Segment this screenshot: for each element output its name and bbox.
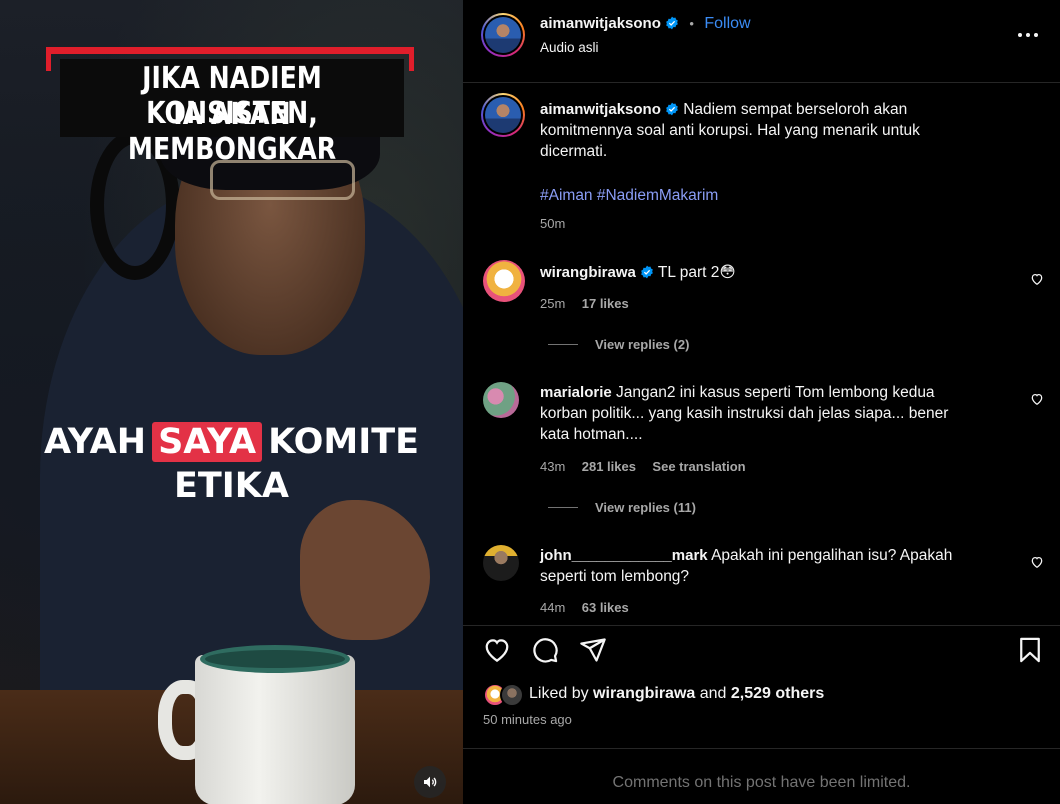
liked-by-others[interactable]: 2,529 others xyxy=(731,685,824,702)
post-avatar[interactable] xyxy=(481,93,525,137)
comment-3-body: john____________mark Apakah ini pengalih… xyxy=(540,545,980,587)
video-headline: JIKA NADIEM KONSISTEN, IA AKAN MEMBONGKA… xyxy=(46,47,414,167)
post-hashtags[interactable]: #Aiman #NadiemMakarim xyxy=(540,185,718,206)
caption-word-highlight: SAYA xyxy=(152,422,263,462)
comment-3-meta: 44m 63 likes xyxy=(540,599,629,617)
comment-like-button[interactable] xyxy=(1030,392,1044,411)
heart-icon xyxy=(1031,273,1043,286)
heart-icon xyxy=(1031,556,1043,569)
comment-2-body: marialorie Jangan2 ini kasus seperti Tom… xyxy=(540,382,980,445)
reply-line xyxy=(548,507,578,508)
comment-time: 44m xyxy=(540,600,566,615)
comment-text: TL part 2😳 xyxy=(657,264,736,281)
video-mug-rim xyxy=(200,645,350,673)
verified-badge-icon xyxy=(666,102,678,116)
volume-button[interactable] xyxy=(414,766,446,798)
reel-video[interactable]: JIKA NADIEM KONSISTEN, IA AKAN MEMBONGKA… xyxy=(0,0,463,804)
see-translation-button[interactable]: See translation xyxy=(652,459,745,474)
send-icon xyxy=(580,638,606,662)
view-replies-button[interactable]: View replies (2) xyxy=(595,337,689,352)
share-button[interactable] xyxy=(579,636,607,669)
verified-badge-icon xyxy=(666,16,678,30)
heart-icon xyxy=(1031,393,1043,406)
save-button[interactable] xyxy=(1016,636,1044,669)
caption-word-3: KOMITE xyxy=(268,422,420,462)
header-divider xyxy=(463,82,1060,83)
comment-time: 25m xyxy=(540,296,566,311)
audio-label[interactable]: Audio asli xyxy=(540,40,599,55)
liked-by-user[interactable]: wirangbirawa xyxy=(593,685,695,702)
like-button[interactable] xyxy=(482,635,512,670)
caption-word-1: AYAH xyxy=(43,422,147,462)
speaker-icon xyxy=(424,776,437,788)
liked-by-prefix: Liked by xyxy=(529,685,589,702)
bookmark-icon xyxy=(1020,637,1040,663)
header-separator: • xyxy=(689,16,694,31)
comment-button[interactable] xyxy=(531,636,559,669)
post-panel: aimanwitjaksono • Follow Audio asli aima… xyxy=(463,0,1060,804)
comment-likes[interactable]: 63 likes xyxy=(582,600,629,615)
comment-2-meta: 43m 281 likes See translation xyxy=(540,458,746,476)
view-replies-button[interactable]: View replies (11) xyxy=(595,500,696,515)
comment-avatar[interactable] xyxy=(483,545,519,581)
header-username[interactable]: aimanwitjaksono xyxy=(540,15,661,32)
footer-divider xyxy=(463,748,1060,749)
headline-red-bar-right xyxy=(409,47,414,71)
header-avatar[interactable] xyxy=(481,13,525,57)
comments-limited-notice: Comments on this post have been limited. xyxy=(612,774,911,791)
headline-red-bar-left xyxy=(46,47,51,71)
comment-1-meta: 25m 17 likes xyxy=(540,295,629,313)
comment-time: 43m xyxy=(540,459,566,474)
header-user-row: aimanwitjaksono • Follow xyxy=(540,15,751,33)
headline-red-bar xyxy=(46,47,414,54)
follow-button[interactable]: Follow xyxy=(704,15,750,32)
comment-avatar[interactable] xyxy=(483,382,519,418)
liker-avatar[interactable] xyxy=(500,683,524,707)
post-username[interactable]: aimanwitjaksono xyxy=(540,101,661,118)
post-caption: aimanwitjaksono Nadiem sempat berseloroh… xyxy=(540,99,970,162)
post-timestamp: 50 minutes ago xyxy=(483,712,572,727)
actions-divider xyxy=(463,625,1060,626)
post-time: 50m xyxy=(540,216,566,231)
liked-by-conjunction: and xyxy=(699,685,727,702)
liked-by-row: Liked by wirangbirawa and 2,529 others xyxy=(529,685,824,703)
comment-likes[interactable]: 17 likes xyxy=(582,296,629,311)
comment-like-button[interactable] xyxy=(1030,555,1044,574)
more-horizontal-icon xyxy=(1018,33,1038,37)
verified-badge-icon xyxy=(641,265,653,279)
reply-line xyxy=(548,344,578,345)
more-options-button[interactable] xyxy=(1016,28,1040,47)
comment-like-button[interactable] xyxy=(1030,272,1044,291)
comment-username[interactable]: wirangbirawa xyxy=(540,264,636,281)
comment-username[interactable]: john____________mark xyxy=(540,547,708,564)
caption-line-2: ETIKA xyxy=(173,466,289,506)
video-caption: AYAH SAYA KOMITE ETIKA xyxy=(0,420,463,508)
comment-icon xyxy=(533,638,558,663)
headline-line-2: IA AKAN MEMBONGKAR xyxy=(127,97,337,167)
heart-icon xyxy=(485,639,509,662)
comment-avatar[interactable] xyxy=(483,260,525,302)
comment-1-body: wirangbirawa TL part 2😳 xyxy=(540,262,970,283)
comment-likes[interactable]: 281 likes xyxy=(582,459,636,474)
comment-username[interactable]: marialorie xyxy=(540,384,612,401)
video-mug xyxy=(195,655,355,804)
